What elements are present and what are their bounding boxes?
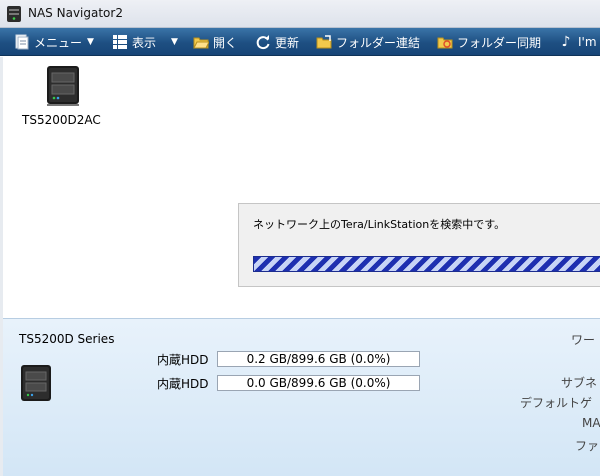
nas-device-icon — [21, 365, 51, 401]
view-button-label: 表示 — [132, 35, 157, 50]
title-bar: NAS Navigator2 — [0, 0, 600, 28]
hdd-label: 内蔵HDD — [157, 376, 209, 391]
app-icon — [7, 6, 21, 22]
folder-link-button-label: フォルダー連結 — [336, 35, 421, 50]
open-button[interactable]: 開く — [193, 28, 237, 56]
detail-panel: TS5200D Series 内蔵HDD 0.2 GB/899.6 GB (0.… — [3, 318, 600, 476]
im-button-label: I'm — [578, 35, 597, 49]
folder-sync-button-label: フォルダー同期 — [457, 35, 542, 50]
subnet-label: サブネ — [561, 376, 598, 390]
folder-open-icon — [193, 37, 209, 49]
workgroup-label: ワー — [571, 333, 596, 347]
hdd-usage-value: 0.2 GB/899.6 GB (0.0%) — [217, 351, 420, 367]
refresh-button-label: 更新 — [275, 35, 300, 50]
hdd-label: 内蔵HDD — [157, 352, 209, 367]
toolbar: メニュー ▼ 表示 ▼ 開く 更新 フォルダー連結 フォルダー同期 ♪ I'm — [0, 28, 600, 56]
folder-link-button[interactable]: フォルダー連結 — [316, 28, 420, 56]
view-grid-icon — [113, 35, 127, 49]
refresh-button[interactable]: 更新 — [255, 28, 299, 56]
menu-button[interactable]: メニュー ▼ — [14, 28, 94, 56]
chevron-down-icon: ▼ — [171, 37, 178, 47]
search-progress-bar — [253, 256, 600, 272]
nas-device-icon — [47, 66, 79, 106]
refresh-icon — [256, 35, 270, 50]
menu-doc-icon — [15, 34, 29, 50]
hdd-row: 内蔵HDD 0.2 GB/899.6 GB (0.0%) — [157, 350, 420, 368]
folder-link-icon — [316, 35, 332, 49]
open-button-label: 開く — [213, 35, 238, 50]
device-item[interactable] — [22, 64, 104, 111]
hdd-row: 内蔵HDD 0.0 GB/899.6 GB (0.0%) — [157, 374, 420, 392]
chevron-down-icon: ▼ — [87, 37, 94, 47]
menu-button-label: メニュー — [34, 35, 83, 50]
folder-sync-icon — [437, 37, 453, 49]
mac-label: MA — [582, 416, 600, 430]
folder-sync-button[interactable]: フォルダー同期 — [437, 28, 541, 56]
hdd-usage-value: 0.0 GB/899.6 GB (0.0%) — [217, 375, 420, 391]
im-button[interactable]: ♪ I'm — [558, 28, 597, 56]
firmware-label: ファ — [575, 439, 600, 453]
series-name: TS5200D Series — [19, 332, 115, 346]
view-button[interactable]: 表示 ▼ — [112, 28, 178, 56]
music-note-icon: ♪ — [561, 34, 571, 50]
window-title: NAS Navigator2 — [28, 6, 123, 20]
gateway-label: デフォルトゲ — [520, 396, 593, 410]
device-name[interactable]: TS5200D2AC — [22, 113, 101, 127]
search-dialog: ネットワーク上のTera/LinkStationを検索中です。 — [238, 203, 600, 287]
search-message: ネットワーク上のTera/LinkStationを検索中です。 — [253, 218, 506, 231]
